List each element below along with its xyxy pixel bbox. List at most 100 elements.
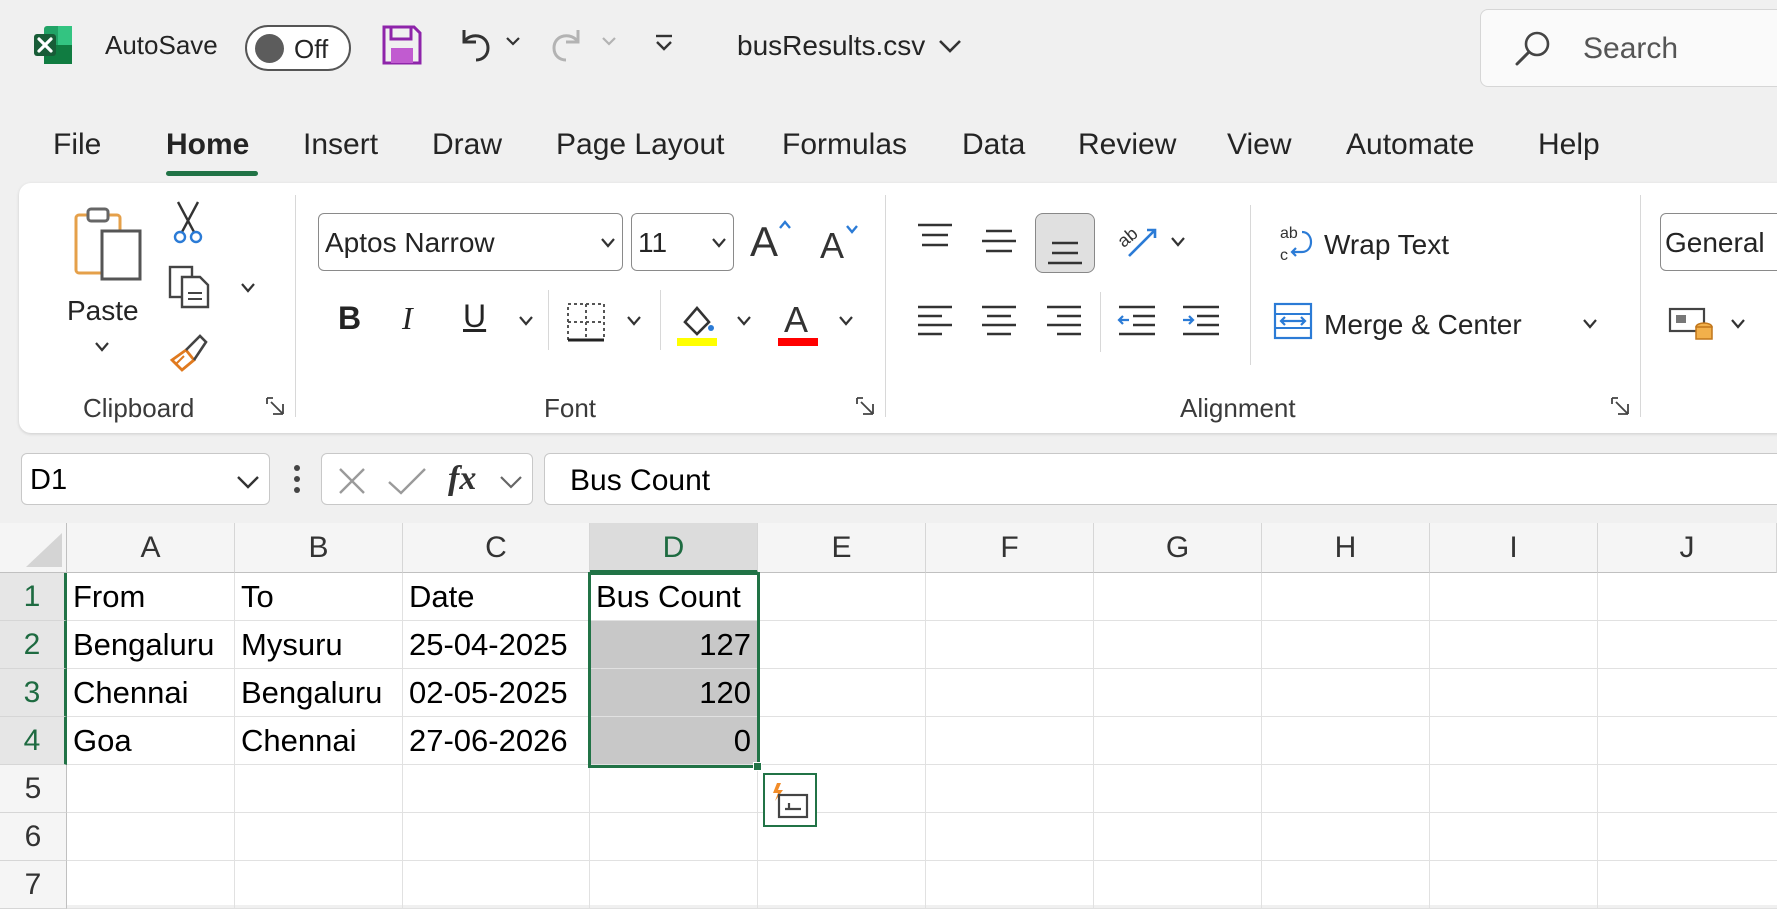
wrap-text-icon[interactable]: ab c	[1278, 222, 1316, 264]
column-header-d[interactable]: D	[590, 523, 758, 573]
formula-input[interactable]: Bus Count	[544, 453, 1777, 505]
tab-view[interactable]: View	[1227, 128, 1291, 162]
column-header-c[interactable]: C	[403, 523, 590, 573]
cut-icon[interactable]	[172, 200, 204, 244]
row-header-2[interactable]: 2	[0, 621, 67, 669]
column-header-j[interactable]: J	[1598, 523, 1777, 573]
accounting-format-icon[interactable]	[1668, 305, 1714, 343]
font-name-select[interactable]: Aptos Narrow	[318, 213, 623, 271]
cell-a4[interactable]: Goa	[67, 717, 235, 765]
tab-help[interactable]: Help	[1538, 128, 1600, 162]
cell-b2[interactable]: Mysuru	[235, 621, 403, 669]
copy-icon[interactable]	[168, 265, 210, 309]
align-right-icon[interactable]	[1045, 304, 1083, 338]
bottom-align-button[interactable]	[1035, 213, 1095, 273]
column-header-h[interactable]: H	[1262, 523, 1430, 573]
save-icon[interactable]	[381, 24, 423, 66]
cell-c4[interactable]: 27-06-2026	[403, 717, 590, 765]
copy-dropdown-icon[interactable]	[240, 281, 256, 295]
alignment-launcher-icon[interactable]	[1610, 396, 1630, 416]
align-center-icon[interactable]	[980, 304, 1018, 338]
orientation-dropdown-icon[interactable]	[1170, 236, 1186, 248]
cell-c3[interactable]: 02-05-2025	[403, 669, 590, 717]
undo-dropdown-icon[interactable]	[505, 33, 521, 49]
merge-center-dropdown-icon[interactable]	[1582, 318, 1598, 330]
tab-draw[interactable]: Draw	[432, 128, 502, 162]
merge-center-icon[interactable]	[1273, 302, 1313, 340]
tab-data[interactable]: Data	[962, 128, 1025, 162]
decrease-indent-icon[interactable]	[1117, 304, 1157, 338]
cancel-icon[interactable]	[337, 466, 367, 496]
cell-d3[interactable]: 120	[590, 669, 758, 717]
tab-automate[interactable]: Automate	[1346, 128, 1474, 162]
italic-icon[interactable]: I	[402, 300, 413, 337]
cell-d2[interactable]: 127	[590, 621, 758, 669]
cell-b4[interactable]: Chennai	[235, 717, 403, 765]
accounting-format-dropdown-icon[interactable]	[1730, 318, 1746, 330]
file-name[interactable]: busResults.csv	[737, 30, 925, 62]
row-header-5[interactable]: 5	[0, 765, 67, 813]
cell-b3[interactable]: Bengaluru	[235, 669, 403, 717]
tab-home[interactable]: Home	[166, 128, 249, 162]
column-header-a[interactable]: A	[67, 523, 235, 573]
file-name-chevron-icon[interactable]	[938, 38, 962, 54]
tab-file[interactable]: File	[53, 128, 101, 162]
enter-icon[interactable]	[387, 466, 427, 496]
cell-b1[interactable]: To	[235, 573, 403, 621]
select-all-corner[interactable]	[0, 523, 67, 573]
tab-insert[interactable]: Insert	[303, 128, 378, 162]
underline-dropdown-icon[interactable]	[518, 315, 534, 327]
borders-icon[interactable]	[566, 302, 606, 342]
cell-c1[interactable]: Date	[403, 573, 590, 621]
row-header-6[interactable]: 6	[0, 813, 67, 861]
middle-align-icon[interactable]	[980, 228, 1018, 258]
cell-a2[interactable]: Bengaluru	[67, 621, 235, 669]
clipboard-launcher-icon[interactable]	[265, 396, 285, 416]
decrease-font-size-icon[interactable]: A	[820, 222, 860, 262]
merge-center-label[interactable]: Merge & Center	[1324, 309, 1522, 341]
row-header-7[interactable]: 7	[0, 861, 67, 909]
tab-formulas[interactable]: Formulas	[782, 128, 907, 162]
increase-indent-icon[interactable]	[1181, 304, 1221, 338]
underline-icon[interactable]: U	[463, 298, 486, 335]
paste-label[interactable]: Paste	[67, 295, 139, 327]
paste-icon[interactable]	[72, 205, 144, 281]
orientation-icon[interactable]: ab	[1115, 220, 1161, 262]
customize-toolbar-icon[interactable]	[652, 32, 676, 56]
worksheet-grid[interactable]: A B C D E F G H I J 1 2 3 4 5 6 7 From T…	[0, 523, 1777, 909]
row-header-4[interactable]: 4	[0, 717, 67, 765]
increase-font-size-icon[interactable]: A	[750, 218, 792, 262]
formula-bar-dropdown-icon[interactable]	[499, 474, 523, 490]
more-options-icon[interactable]	[293, 464, 301, 494]
tab-page-layout[interactable]: Page Layout	[556, 128, 724, 162]
align-left-icon[interactable]	[916, 304, 954, 338]
cell-a3[interactable]: Chennai	[67, 669, 235, 717]
fill-color-icon[interactable]	[675, 300, 719, 346]
column-header-i[interactable]: I	[1430, 523, 1598, 573]
cell-d4[interactable]: 0	[590, 717, 758, 765]
column-header-e[interactable]: E	[758, 523, 926, 573]
fill-color-dropdown-icon[interactable]	[736, 315, 752, 327]
borders-dropdown-icon[interactable]	[626, 315, 642, 327]
name-box[interactable]: D1	[21, 453, 270, 505]
search-box[interactable]: Search	[1480, 9, 1777, 87]
font-launcher-icon[interactable]	[855, 396, 875, 416]
row-header-1[interactable]: 1	[0, 573, 67, 621]
name-box-dropdown-icon[interactable]	[236, 474, 260, 490]
font-color-dropdown-icon[interactable]	[838, 315, 854, 327]
bold-icon[interactable]: B	[338, 300, 361, 337]
font-color-icon[interactable]: A	[776, 298, 820, 346]
cell-c2[interactable]: 25-04-2025	[403, 621, 590, 669]
row-header-3[interactable]: 3	[0, 669, 67, 717]
quick-analysis-button[interactable]	[763, 773, 817, 827]
font-size-select[interactable]: 11	[631, 213, 734, 271]
fill-handle[interactable]	[753, 762, 762, 771]
autosave-toggle[interactable]: Off	[245, 25, 351, 71]
top-align-icon[interactable]	[916, 222, 954, 252]
wrap-text-label[interactable]: Wrap Text	[1324, 229, 1449, 261]
cell-d1[interactable]: Bus Count	[590, 573, 758, 621]
cell-a1[interactable]: From	[67, 573, 235, 621]
insert-function-icon[interactable]: fx	[448, 460, 476, 498]
column-header-b[interactable]: B	[235, 523, 403, 573]
paste-dropdown-icon[interactable]	[94, 340, 110, 354]
